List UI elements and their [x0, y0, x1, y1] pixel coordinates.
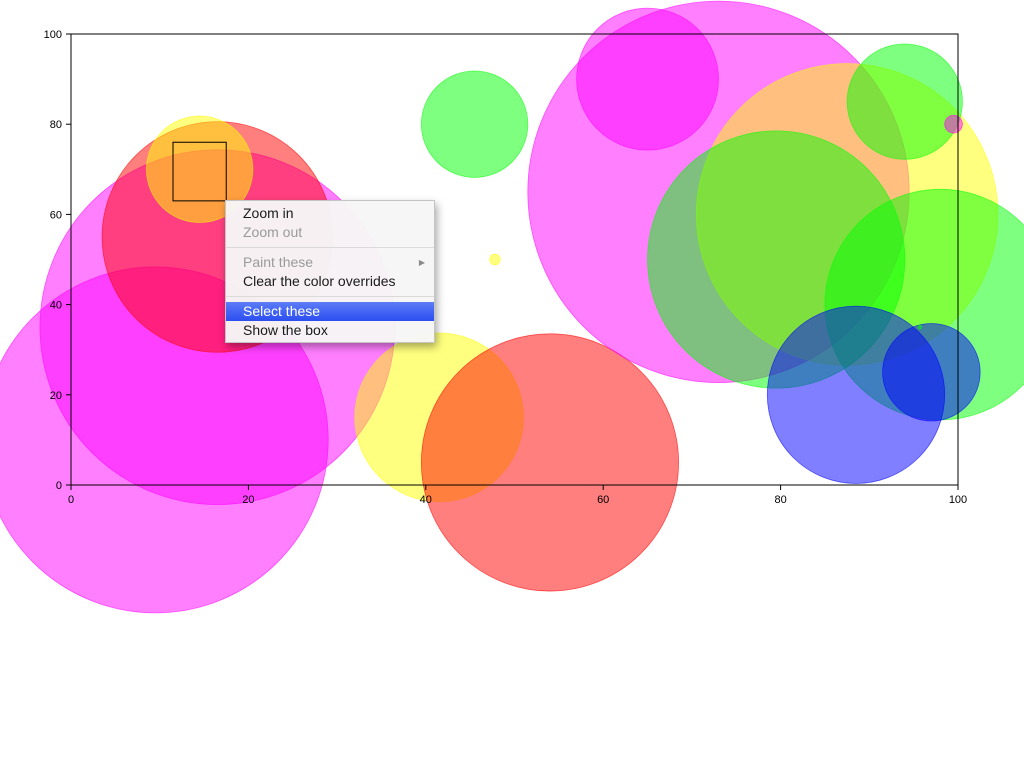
x-tick-label: 80: [774, 494, 786, 506]
menu-item-label: Clear the color overrides: [243, 273, 396, 289]
y-tick-label: 20: [50, 390, 62, 402]
y-tick-label: 60: [50, 209, 62, 221]
menu-item-label: Zoom out: [243, 224, 303, 240]
chart-canvas[interactable]: 0 20 40 60 80 100 0 20 40 60 80 100: [0, 0, 1024, 768]
x-tick-label: 60: [597, 494, 609, 506]
menu-item-select-these[interactable]: Select these: [226, 302, 434, 321]
menu-item-show-the-box[interactable]: Show the box: [226, 321, 434, 340]
menu-separator: [226, 247, 434, 248]
x-tick-label: 40: [420, 494, 432, 506]
y-tick-label: 100: [44, 29, 62, 41]
menu-item-paint-these: Paint these ▶: [226, 253, 434, 272]
bubble-green-17[interactable]: [917, 324, 923, 330]
menu-item-label: Zoom in: [243, 205, 294, 221]
y-tick-label: 40: [50, 300, 62, 312]
bubble-green-12[interactable]: [846, 43, 963, 160]
y-tick-label: 80: [50, 119, 62, 131]
menu-item-label: Select these: [243, 303, 321, 319]
bubble-layer: [0, 0, 1024, 614]
bubble-yellow-7[interactable]: [489, 253, 501, 266]
x-tick-label: 100: [949, 494, 967, 506]
menu-separator: [226, 296, 434, 297]
bubble-green-6[interactable]: [420, 70, 529, 178]
menu-item-zoom-out: Zoom out: [226, 223, 434, 242]
menu-item-clear-color-overrides[interactable]: Clear the color overrides: [226, 272, 434, 291]
submenu-arrow-icon: ▶: [418, 258, 425, 267]
menu-item-label: Show the box: [243, 322, 328, 338]
bubble-red-5[interactable]: [420, 333, 679, 592]
y-tick-label: 0: [56, 480, 62, 492]
bubble-chart: 0 20 40 60 80 100 0 20 40 60 80 100 Zoom in Zoom out…: [0, 0, 1024, 768]
bubble-blue-16[interactable]: [882, 323, 981, 422]
menu-item-zoom-in[interactable]: Zoom in: [226, 204, 434, 223]
context-menu: Zoom in Zoom out Paint these ▶ Clear the col…: [225, 200, 435, 343]
x-tick-label: 20: [242, 494, 254, 506]
x-tick-label: 0: [68, 494, 74, 506]
bubble-magenta-13[interactable]: [944, 114, 963, 134]
menu-item-label: Paint these: [243, 254, 314, 270]
